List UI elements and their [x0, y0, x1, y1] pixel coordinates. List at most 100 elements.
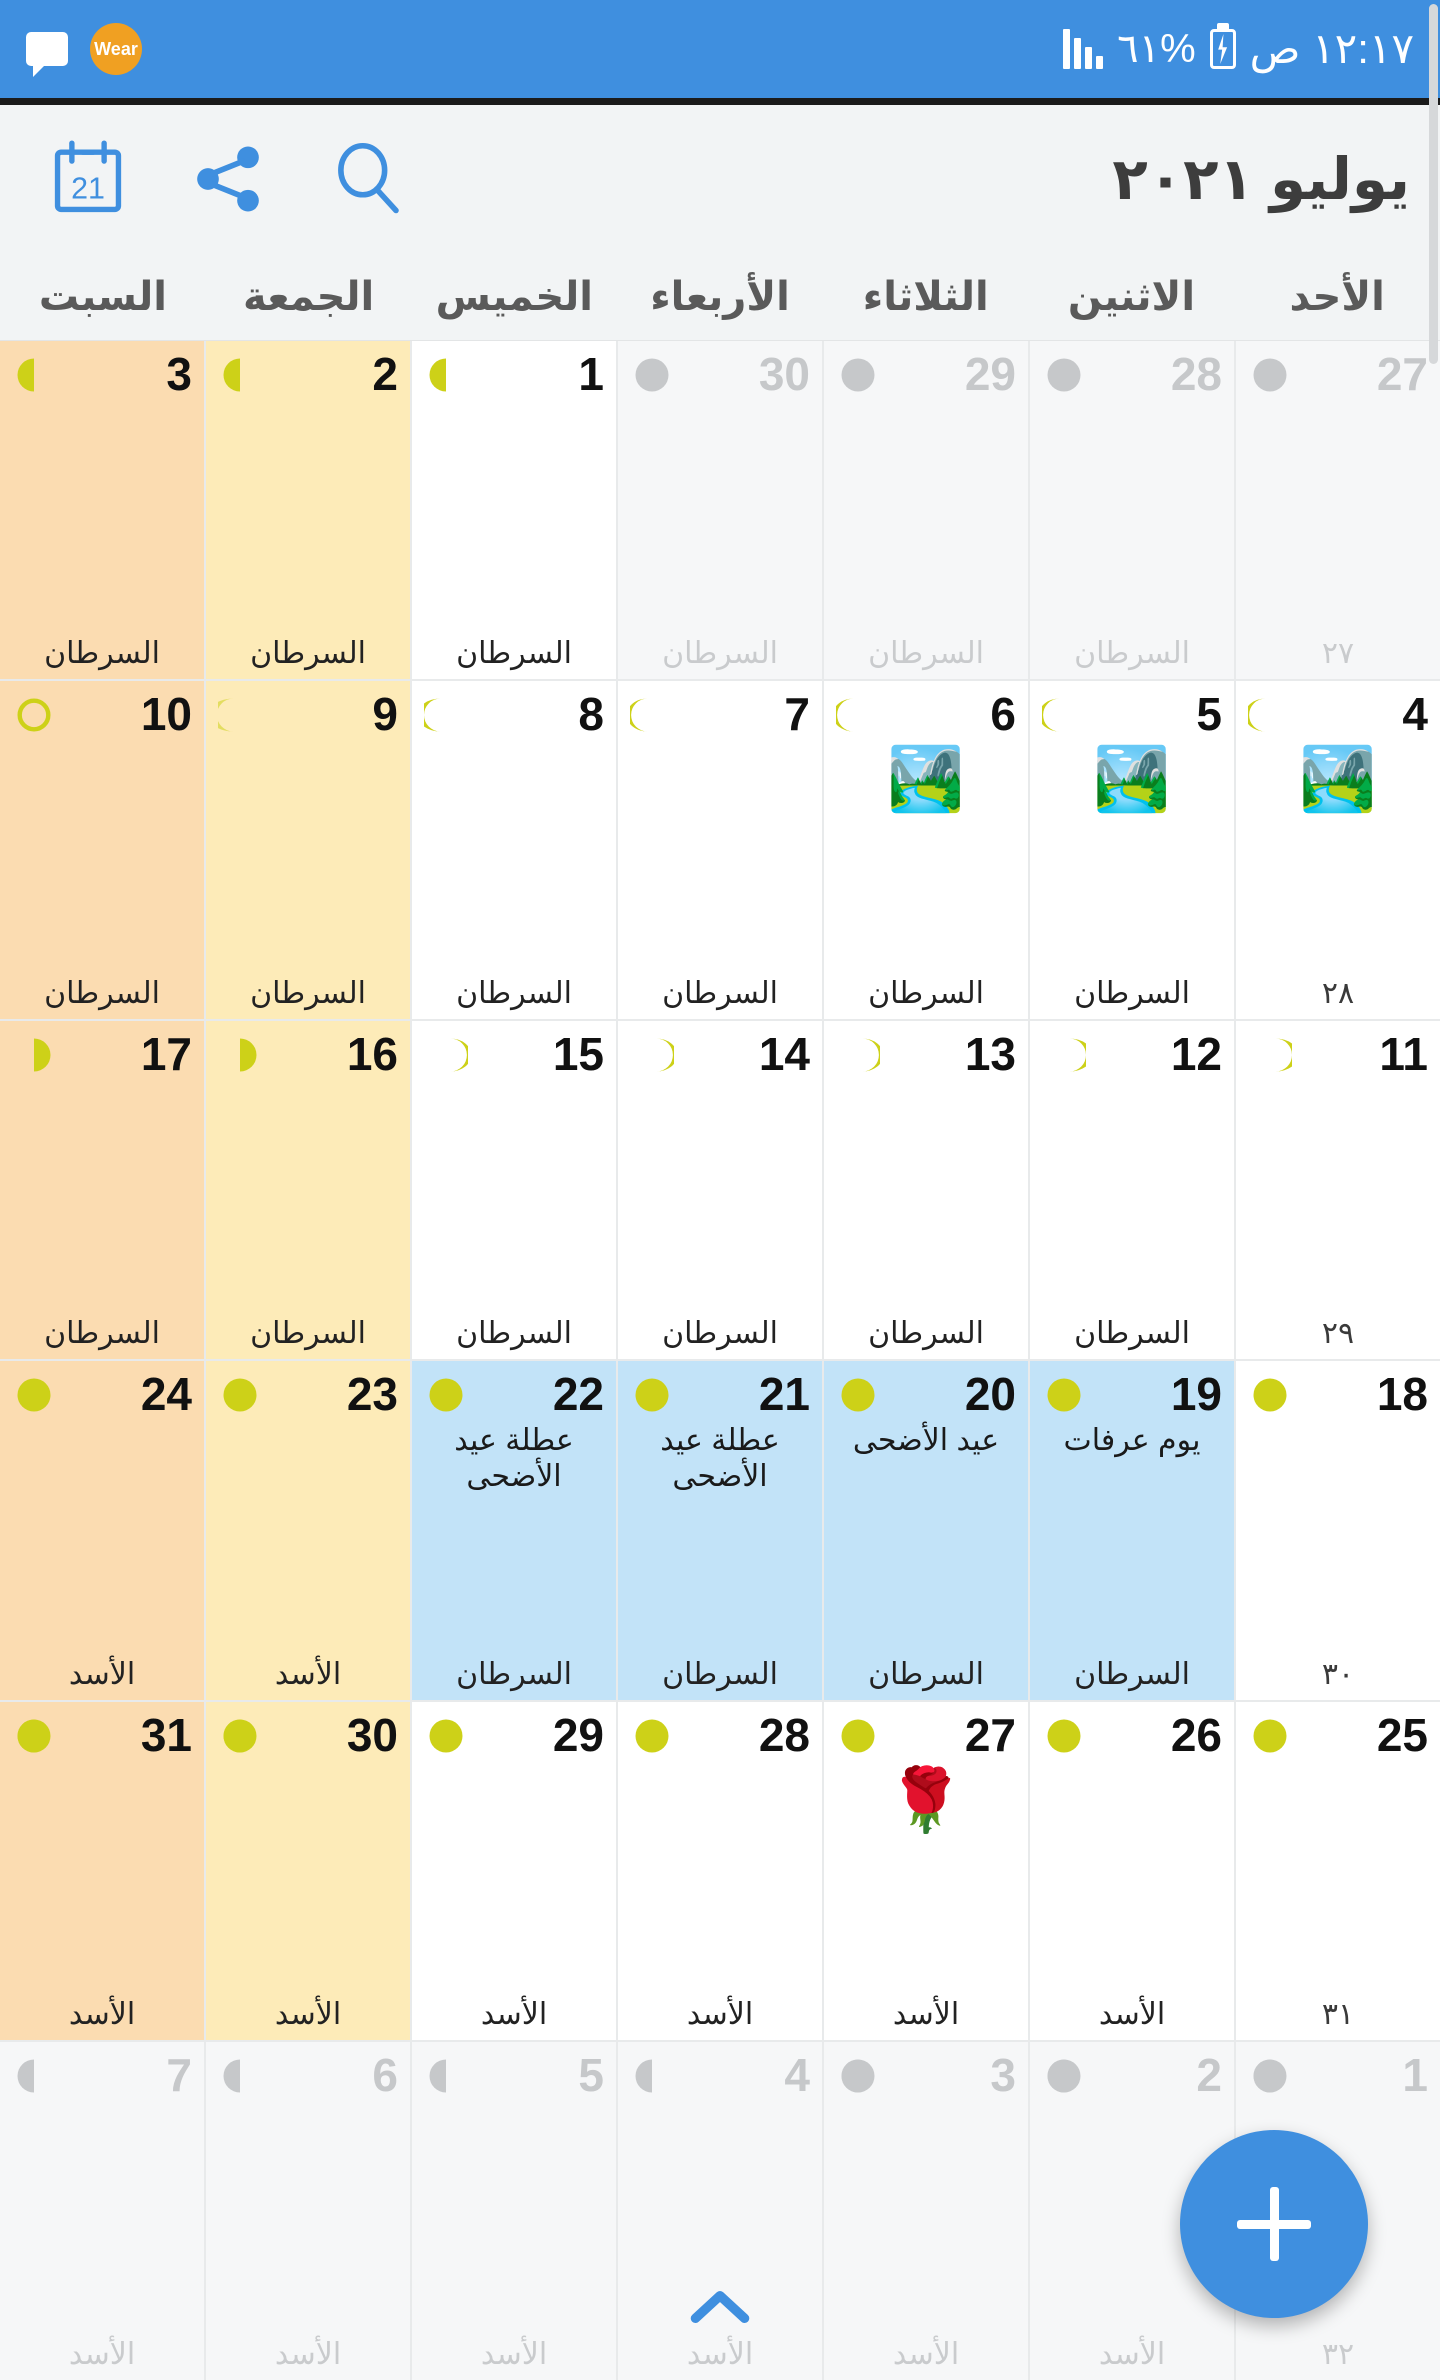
- calendar-day-cell[interactable]: 15 السرطان: [412, 1021, 616, 1360]
- scrollbar-thumb[interactable]: [1429, 4, 1438, 364]
- day-number: 31: [140, 1708, 192, 1761]
- calendar-month-grid[interactable]: 27 ٢٧ 28 السرطان 29 السرطان 30 السرطان 1 السرطان 2…: [0, 341, 1440, 2380]
- calendar-day-cell[interactable]: 23 الأسد: [206, 1361, 410, 1700]
- calendar-day-cell[interactable]: 27 ٢٧: [1236, 341, 1440, 680]
- day-event-emoji[interactable]: 🏞️: [1093, 749, 1170, 811]
- moon-phase-waning-gibbous-icon: [223, 1719, 257, 1753]
- calendar-day-cell[interactable]: 28 السرطان: [1030, 341, 1234, 680]
- zodiac-label: الأسد: [892, 2337, 960, 2371]
- calendar-day-cell[interactable]: 1 السرطان: [412, 341, 616, 680]
- calendar-day-cell[interactable]: 4 الأسد: [618, 2041, 822, 2380]
- zodiac-label: الأسد: [274, 1657, 342, 1691]
- calendar-day-cell[interactable]: 3 السرطان: [0, 341, 204, 680]
- day-number: 4: [1402, 688, 1428, 741]
- calendar-day-cell[interactable]: 6 🏞️ السرطان: [824, 681, 1028, 1020]
- calendar-day-cell[interactable]: 29 الأسد: [412, 1701, 616, 2040]
- calendar-day-cell[interactable]: 3 الأسد: [824, 2041, 1028, 2380]
- calendar-day-cell[interactable]: 5 🏞️ السرطان: [1030, 681, 1234, 1020]
- calendar-day-cell[interactable]: 9 السرطان: [206, 681, 410, 1020]
- day-cell-header: 16: [218, 1031, 398, 1077]
- calendar-day-cell[interactable]: 6 الأسد: [206, 2041, 410, 2380]
- day-cell-header: 29: [424, 1712, 604, 1758]
- day-cell-header: 27: [1248, 351, 1428, 397]
- signal-bars-icon: [1063, 29, 1104, 69]
- calendar-day-cell[interactable]: 13 السرطان: [824, 1021, 1028, 1360]
- day-event-emoji[interactable]: 🏞️: [1299, 749, 1376, 811]
- moon-phase-gibbous-icon: [841, 358, 875, 392]
- calendar-day-cell[interactable]: 16 السرطان: [206, 1021, 410, 1360]
- day-number: 5: [1196, 688, 1222, 741]
- day-cell-body: يوم عرفات: [1042, 1417, 1222, 1659]
- app-toolbar: يوليو ٢٠٢١ 21: [0, 105, 1440, 253]
- day-event-label[interactable]: عيد الأضحى: [836, 1423, 1016, 1458]
- day-cell-body: [1042, 1758, 1222, 2000]
- status-bar: ١٢:١٧ ص %٦١ Wear: [0, 0, 1440, 98]
- calendar-day-cell[interactable]: 7 السرطان: [618, 681, 822, 1020]
- status-bar-left: ١٢:١٧ ص %٦١: [1063, 28, 1414, 70]
- day-event-emoji[interactable]: 🌹: [887, 1769, 964, 1832]
- svg-text:21: 21: [71, 172, 105, 206]
- day-cell-header: 7: [630, 691, 810, 737]
- today-button[interactable]: 21: [42, 133, 134, 225]
- calendar-day-cell[interactable]: 27 🌹 الأسد: [824, 1701, 1028, 2040]
- zodiac-label: الأسد: [892, 1997, 960, 2031]
- calendar-day-cell[interactable]: 10 السرطان: [0, 681, 204, 1020]
- calendar-day-cell[interactable]: 5 الأسد: [412, 2041, 616, 2380]
- zodiac-label: السرطان: [456, 637, 572, 671]
- moon-phase-waxing-crescent-icon: [862, 1038, 880, 1072]
- day-event-label[interactable]: عطلة عيد الأضحى: [424, 1423, 604, 1494]
- calendar-day-cell[interactable]: 21 عطلة عيد الأضحى السرطان: [618, 1361, 822, 1700]
- day-cell-body: 🏞️: [1042, 737, 1222, 979]
- day-number: 30: [346, 1708, 398, 1761]
- calendar-day-cell[interactable]: 11 ٢٩: [1236, 1021, 1440, 1360]
- day-number: 23: [346, 1368, 398, 1421]
- status-bar-divider: [0, 98, 1440, 105]
- day-cell-header: 30: [630, 351, 810, 397]
- calendar-day-cell[interactable]: 17 السرطان: [0, 1021, 204, 1360]
- vertical-scrollbar[interactable]: [1428, 0, 1440, 2380]
- day-number: 29: [552, 1708, 604, 1761]
- calendar-day-cell[interactable]: 12 السرطان: [1030, 1021, 1234, 1360]
- calendar-day-cell[interactable]: 4 🏞️ ٢٨: [1236, 681, 1440, 1020]
- calendar-day-cell[interactable]: 30 السرطان: [618, 341, 822, 680]
- calendar-day-cell[interactable]: 25 ٣١: [1236, 1701, 1440, 2040]
- calendar-day-cell[interactable]: 30 الأسد: [206, 1701, 410, 2040]
- calendar-day-cell[interactable]: 24 الأسد: [0, 1361, 204, 1700]
- calendar-day-cell[interactable]: 2 السرطان: [206, 341, 410, 680]
- day-event-label[interactable]: عطلة عيد الأضحى: [630, 1423, 810, 1494]
- chat-bubble-icon: [26, 32, 68, 77]
- day-cell-header: 9: [218, 691, 398, 737]
- calendar-day-cell[interactable]: 26 الأسد: [1030, 1701, 1234, 2040]
- calendar-day-cell[interactable]: 19 يوم عرفات السرطان: [1030, 1361, 1234, 1700]
- day-cell-header: 19: [1042, 1371, 1222, 1417]
- day-cell-header: 26: [1042, 1712, 1222, 1758]
- moon-phase-full-icon: [429, 1719, 463, 1753]
- weekday-header-row: الأحد الاثنين الثلاثاء الأربعاء الخميس الجمعة…: [0, 253, 1440, 341]
- calendar-day-cell[interactable]: 7 الأسد: [0, 2041, 204, 2380]
- calendar-day-cell[interactable]: 22 عطلة عيد الأضحى السرطان: [412, 1361, 616, 1700]
- chevron-up-icon[interactable]: [688, 2290, 752, 2324]
- day-cell-body: [1248, 1077, 1428, 1319]
- day-cell-header: 15: [424, 1031, 604, 1077]
- day-cell-header: 17: [12, 1031, 192, 1077]
- calendar-day-cell[interactable]: 31 الأسد: [0, 1701, 204, 2040]
- calendar-day-cell[interactable]: 18 ٣٠: [1236, 1361, 1440, 1700]
- calendar-day-cell[interactable]: 28 الأسد: [618, 1701, 822, 2040]
- calendar-day-cell[interactable]: 14 السرطان: [618, 1021, 822, 1360]
- day-event-emoji[interactable]: 🏞️: [887, 749, 964, 811]
- search-button[interactable]: [322, 133, 414, 225]
- moon-phase-waning-gibbous-icon: [1047, 2059, 1081, 2093]
- day-cell-body: [1042, 397, 1222, 639]
- calendar-day-cell[interactable]: 20 عيد الأضحى السرطان: [824, 1361, 1028, 1700]
- moon-phase-full-icon: [1047, 1378, 1081, 1412]
- share-button[interactable]: [182, 133, 274, 225]
- day-number: 26: [1170, 1708, 1222, 1761]
- calendar-day-cell[interactable]: 8 السرطان: [412, 681, 616, 1020]
- moon-phase-waxing-crescent-icon: [656, 1038, 674, 1072]
- day-event-label[interactable]: يوم عرفات: [1042, 1423, 1222, 1458]
- day-cell-body: [12, 397, 192, 639]
- day-cell-header: 6: [836, 691, 1016, 737]
- day-cell-header: 30: [218, 1712, 398, 1758]
- add-event-fab[interactable]: [1180, 2130, 1368, 2318]
- calendar-day-cell[interactable]: 29 السرطان: [824, 341, 1028, 680]
